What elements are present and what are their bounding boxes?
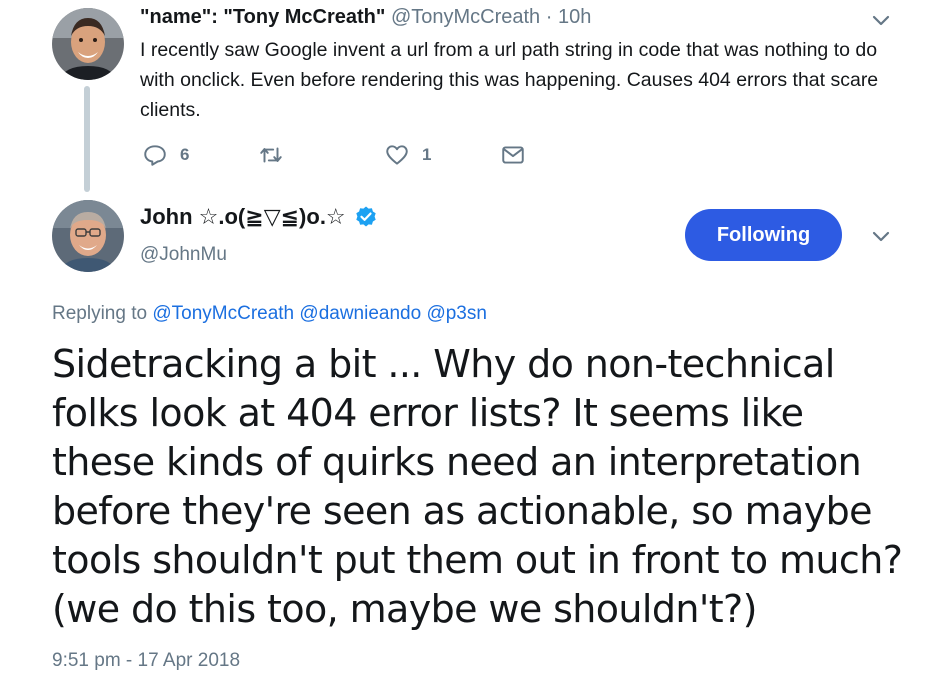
following-button[interactable]: Following bbox=[685, 209, 842, 261]
person-photo-avatar bbox=[52, 8, 124, 80]
person-photo-avatar bbox=[52, 200, 124, 272]
main-author-name-row: John ☆.o(≧▽≦)o.☆ bbox=[140, 204, 378, 230]
parent-author-name[interactable]: "name": "Tony McCreath" bbox=[140, 6, 385, 28]
parent-tweet-time[interactable]: 10h bbox=[558, 6, 591, 28]
mention-link[interactable]: @p3sn bbox=[426, 303, 487, 324]
retweet-button[interactable] bbox=[258, 142, 296, 168]
heart-icon bbox=[386, 145, 408, 165]
main-tweet-text: Sidetracking a bit ... Why do non-techni… bbox=[52, 342, 903, 631]
direct-message-button[interactable] bbox=[500, 142, 526, 168]
mention-link[interactable]: @dawnieando bbox=[299, 303, 421, 324]
chevron-down-icon[interactable] bbox=[869, 224, 893, 248]
reply-count: 6 bbox=[180, 145, 190, 164]
like-button[interactable]: 1 bbox=[384, 142, 431, 168]
parent-author-handle[interactable]: @TonyMcCreath bbox=[391, 6, 540, 28]
like-count: 1 bbox=[422, 145, 432, 164]
reply-button[interactable]: 6 bbox=[142, 142, 189, 168]
chevron-down-icon[interactable] bbox=[869, 8, 893, 32]
replying-to-line: Replying to @TonyMcCreath @dawnieando @p… bbox=[52, 303, 487, 325]
main-avatar[interactable] bbox=[52, 200, 124, 272]
thread-connector-line bbox=[84, 86, 90, 192]
retweet-icon bbox=[260, 147, 282, 163]
tweet-timestamp[interactable]: 9:51 pm - 17 Apr 2018 bbox=[52, 650, 240, 672]
verified-badge-icon bbox=[354, 205, 378, 229]
header-separator: · bbox=[545, 6, 553, 28]
parent-avatar[interactable] bbox=[52, 8, 124, 80]
replying-prefix: Replying to bbox=[52, 303, 148, 324]
main-author-handle[interactable]: @JohnMu bbox=[140, 244, 227, 266]
parent-tweet-text: I recently saw Google invent a url from … bbox=[140, 39, 879, 121]
mention-link[interactable]: @TonyMcCreath bbox=[152, 303, 294, 324]
reply-icon bbox=[144, 145, 166, 166]
envelope-icon bbox=[502, 146, 524, 164]
parent-tweet-header: "name": "Tony McCreath" @TonyMcCreath · … bbox=[140, 6, 591, 29]
main-author-name[interactable]: John ☆.o(≧▽≦)o.☆ bbox=[140, 204, 346, 230]
